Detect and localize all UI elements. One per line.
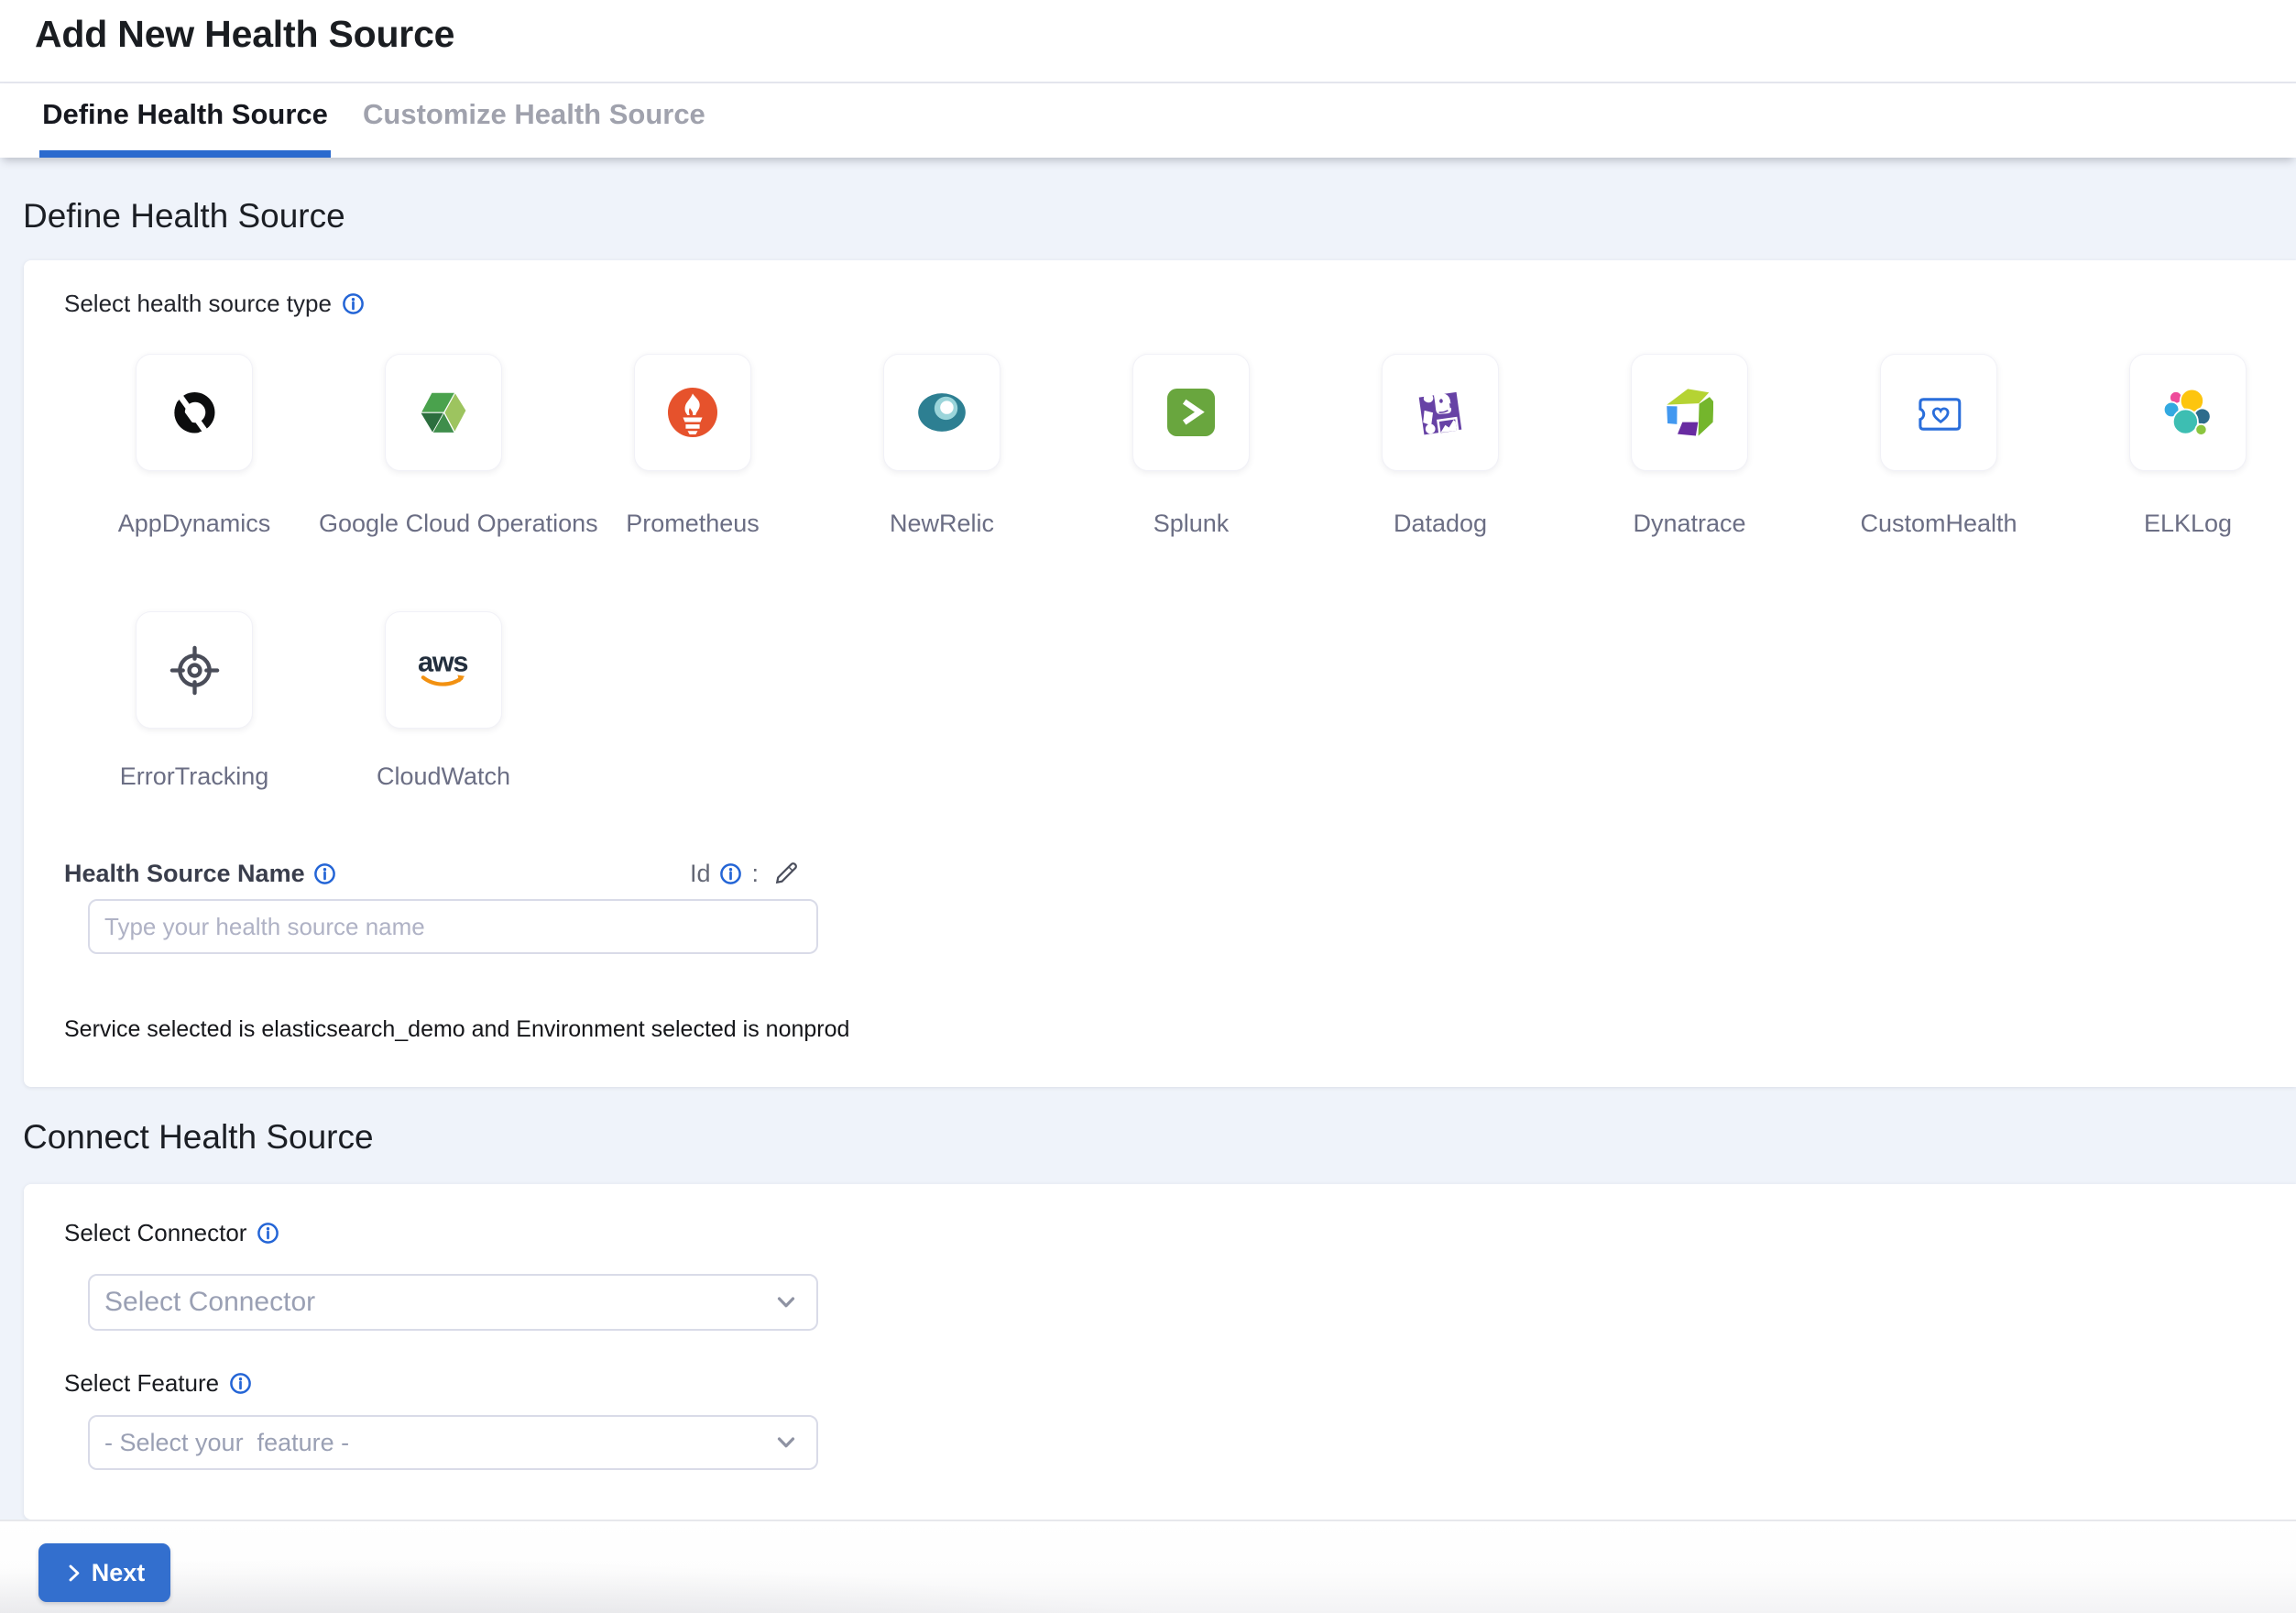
svg-text:aws: aws (418, 647, 467, 677)
